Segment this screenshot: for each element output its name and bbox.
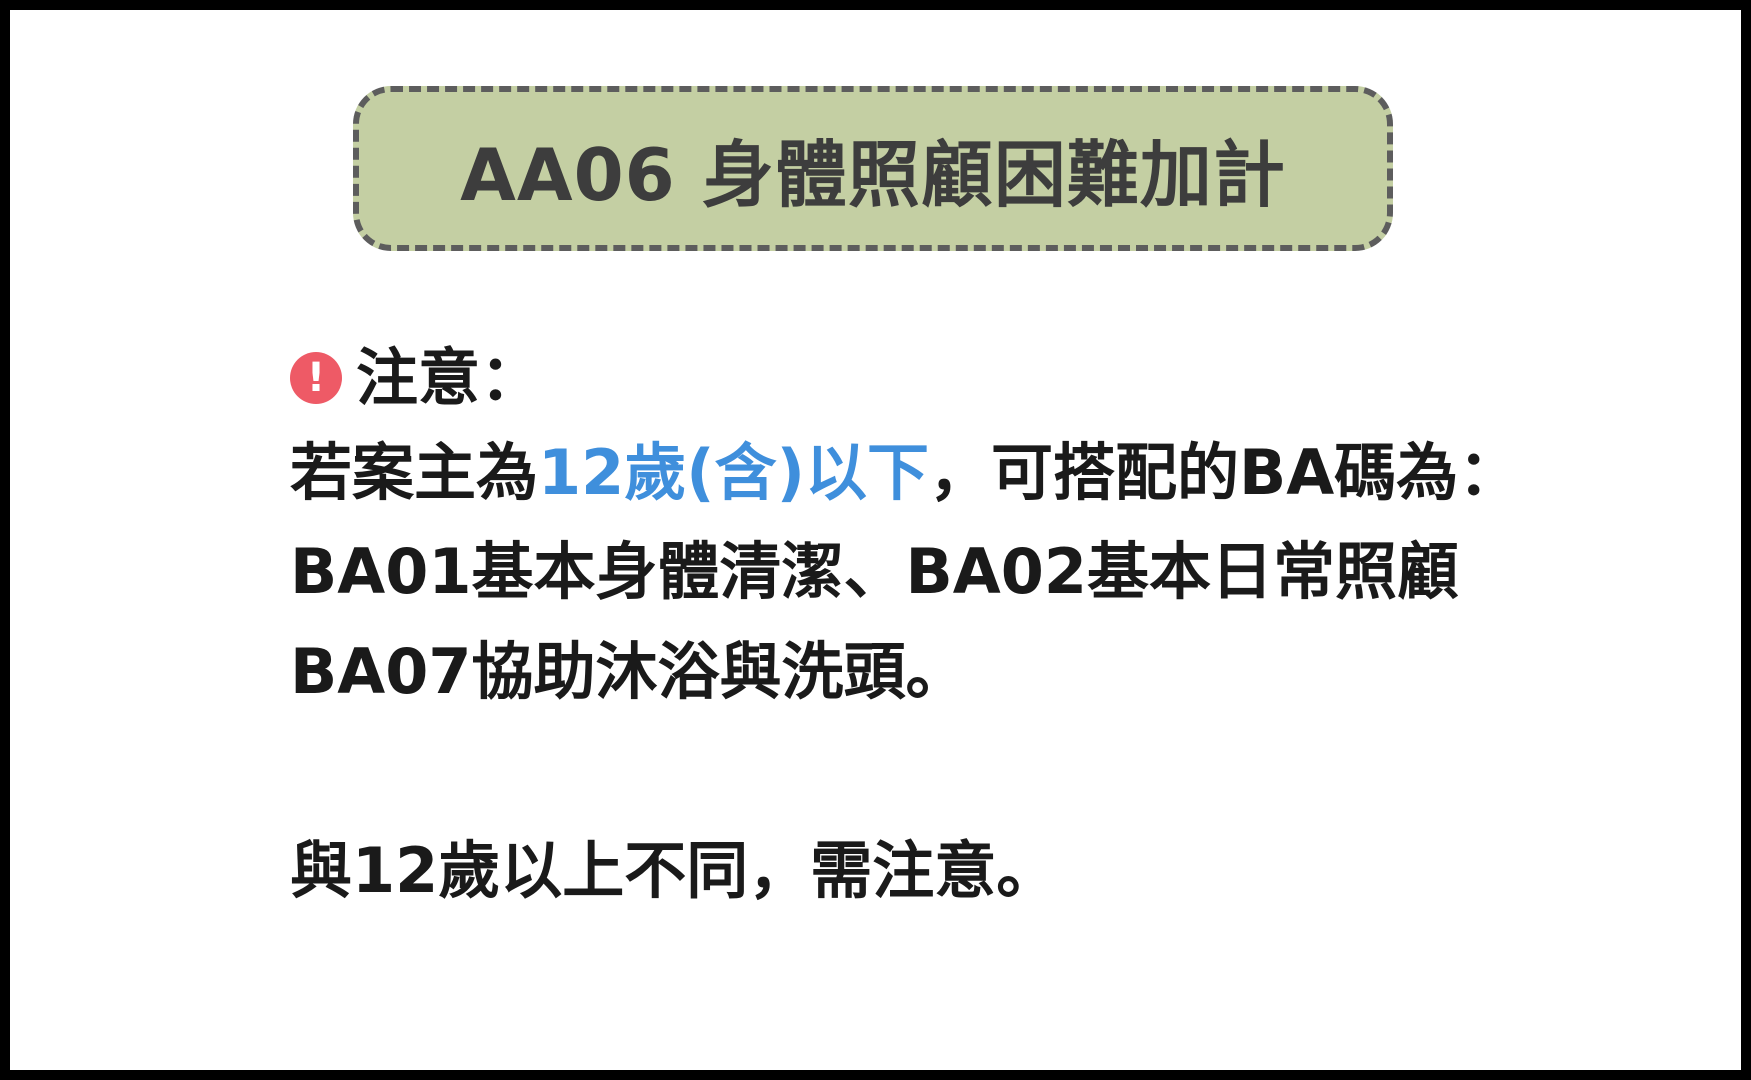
notice-label: 注意： bbox=[356, 341, 543, 414]
notice-header: ! 注意： bbox=[290, 347, 542, 409]
ba-codes-line-3: BA07協助沐浴與洗頭。 bbox=[290, 635, 968, 708]
notice-line-2: BA01基本身體清潔、BA02基本日常照顧 bbox=[290, 541, 1459, 603]
exclamation-circle-icon: ! bbox=[290, 352, 342, 404]
line1-suffix: ，可搭配的BA碼為： bbox=[928, 436, 1521, 509]
notice-line-3: BA07協助沐浴與洗頭。 bbox=[290, 641, 968, 703]
slide-frame: AA06 身體照顧困難加計 ! 注意： 若案主為12歲(含)以下，可搭配的BA碼… bbox=[10, 10, 1741, 1070]
page-title: AA06 身體照顧困難加計 bbox=[460, 133, 1286, 217]
age-highlight: 12歲(含)以下 bbox=[538, 436, 929, 509]
title-box: AA06 身體照顧困難加計 bbox=[353, 86, 1393, 251]
notice-line-1: 若案主為12歲(含)以下，可搭配的BA碼為： bbox=[290, 442, 1520, 504]
difference-note: 與12歲以上不同，需注意。 bbox=[290, 834, 1059, 907]
line1-prefix: 若案主為 bbox=[290, 436, 539, 509]
ba-codes-line-2: BA01基本身體清潔、BA02基本日常照顧 bbox=[290, 535, 1460, 608]
notice-line-4: 與12歲以上不同，需注意。 bbox=[290, 840, 1058, 902]
